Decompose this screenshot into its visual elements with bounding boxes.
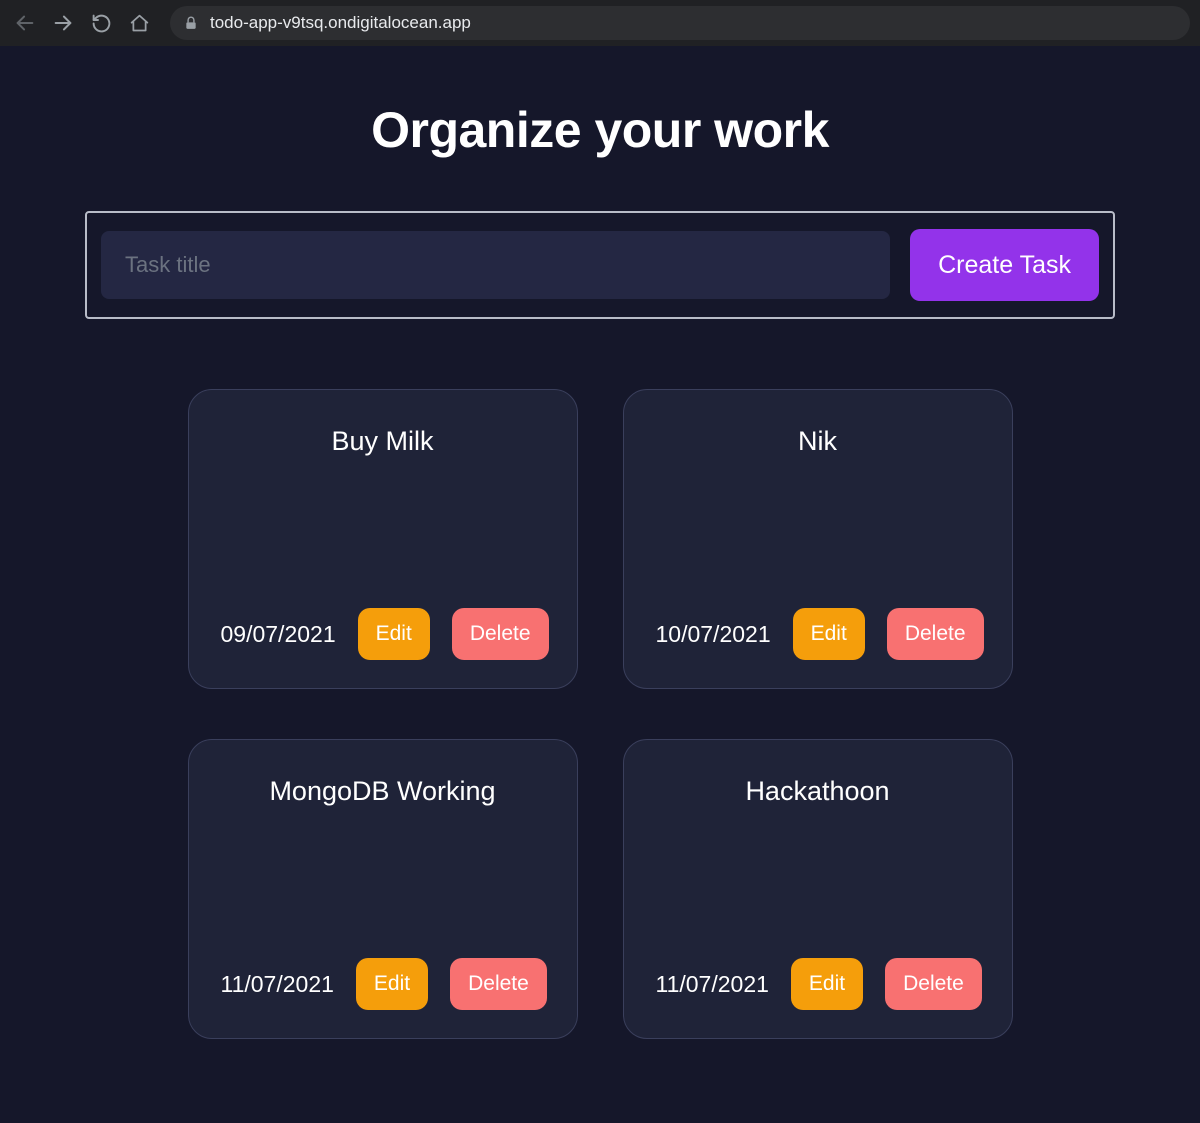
browser-toolbar: todo-app-v9tsq.ondigitalocean.app — [0, 0, 1200, 46]
tasks-grid: Buy Milk 09/07/2021 Edit Delete Nik 10/0… — [0, 389, 1200, 1039]
task-card: Nik 10/07/2021 Edit Delete — [623, 389, 1013, 689]
task-title: MongoDB Working — [221, 776, 545, 807]
address-bar[interactable]: todo-app-v9tsq.ondigitalocean.app — [170, 6, 1190, 40]
task-title: Nik — [656, 426, 980, 457]
reload-button[interactable] — [86, 8, 116, 38]
task-date: 10/07/2021 — [656, 621, 771, 648]
delete-button[interactable]: Delete — [885, 958, 982, 1010]
page-title: Organize your work — [0, 101, 1200, 159]
page-content: Organize your work Create Task Buy Milk … — [0, 46, 1200, 1123]
task-title: Hackathoon — [656, 776, 980, 807]
task-footer: 09/07/2021 Edit Delete — [221, 608, 545, 660]
task-date: 11/07/2021 — [221, 971, 334, 998]
task-footer: 11/07/2021 Edit Delete — [656, 958, 980, 1010]
arrow-left-icon — [14, 12, 36, 34]
home-icon — [129, 13, 150, 34]
create-task-button[interactable]: Create Task — [910, 229, 1099, 301]
task-card: MongoDB Working 11/07/2021 Edit Delete — [188, 739, 578, 1039]
edit-button[interactable]: Edit — [356, 958, 428, 1010]
delete-button[interactable]: Delete — [452, 608, 549, 660]
edit-button[interactable]: Edit — [358, 608, 430, 660]
create-task-panel: Create Task — [85, 211, 1115, 319]
lock-icon — [184, 15, 198, 31]
forward-button[interactable] — [48, 8, 78, 38]
task-footer: 10/07/2021 Edit Delete — [656, 608, 980, 660]
task-title: Buy Milk — [221, 426, 545, 457]
delete-button[interactable]: Delete — [887, 608, 984, 660]
reload-icon — [91, 13, 112, 34]
home-button[interactable] — [124, 8, 154, 38]
url-text: todo-app-v9tsq.ondigitalocean.app — [210, 13, 471, 33]
arrow-right-icon — [52, 12, 74, 34]
task-title-input[interactable] — [101, 231, 890, 299]
task-date: 09/07/2021 — [221, 621, 336, 648]
task-card: Hackathoon 11/07/2021 Edit Delete — [623, 739, 1013, 1039]
edit-button[interactable]: Edit — [793, 608, 865, 660]
task-card: Buy Milk 09/07/2021 Edit Delete — [188, 389, 578, 689]
back-button[interactable] — [10, 8, 40, 38]
edit-button[interactable]: Edit — [791, 958, 863, 1010]
delete-button[interactable]: Delete — [450, 958, 547, 1010]
task-date: 11/07/2021 — [656, 971, 769, 998]
task-footer: 11/07/2021 Edit Delete — [221, 958, 545, 1010]
